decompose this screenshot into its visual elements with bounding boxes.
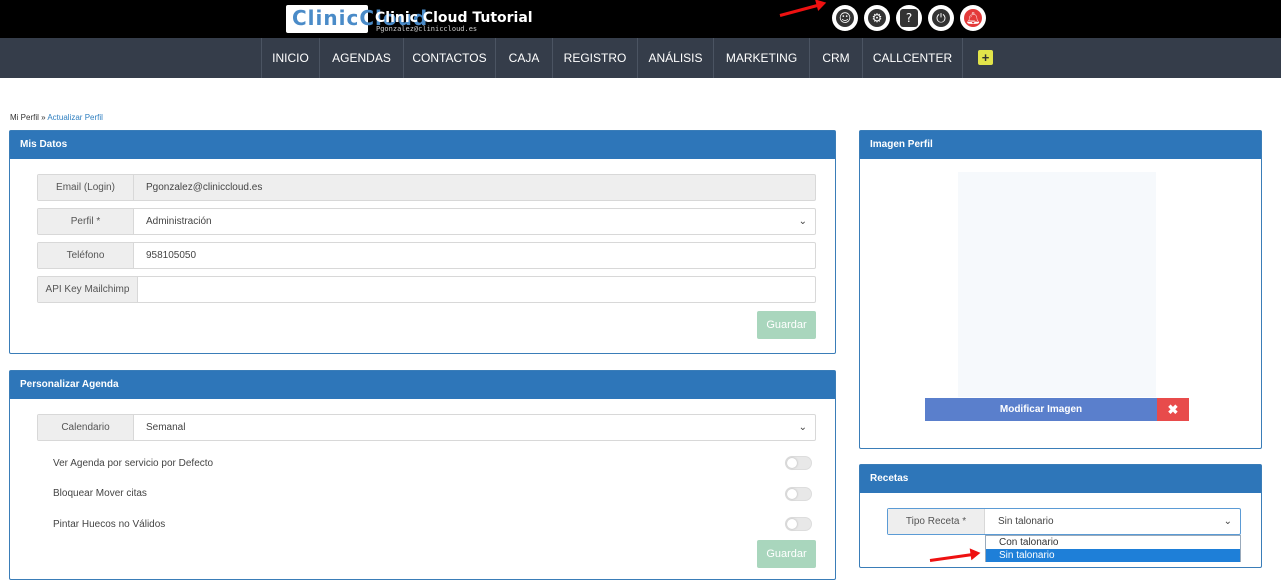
perfil-select[interactable]: Perfil * Administración ⌄ xyxy=(37,208,816,235)
main-navbar: INICIO AGENDAS CONTACTOS CAJA REGISTRO A… xyxy=(0,38,1281,78)
nav-item-registro[interactable]: REGISTRO xyxy=(553,38,638,78)
nav-item-callcenter[interactable]: CALLCENTER xyxy=(863,38,963,78)
app-title: Clinic Cloud Tutorial xyxy=(375,10,533,26)
breadcrumb: Mi Perfil » Actualizar Perfil xyxy=(10,113,103,122)
nav-item-marketing[interactable]: MARKETING xyxy=(714,38,810,78)
toggle-ver-agenda[interactable] xyxy=(785,456,812,470)
nav-item-caja[interactable]: CAJA xyxy=(496,38,553,78)
nav-plus-icon[interactable]: + xyxy=(978,50,993,65)
imagen-perfil-title: Imagen Perfil xyxy=(860,131,1261,159)
remove-image-icon[interactable]: ✖ xyxy=(1157,398,1189,421)
telefono-field[interactable]: Teléfono 958105050 xyxy=(37,242,816,269)
tipo-receta-select[interactable]: Tipo Receta * Sin talonario ⌄ xyxy=(887,508,1241,535)
user-profile-icon[interactable]: ☺ xyxy=(832,5,858,31)
telefono-value: 958105050 xyxy=(146,250,197,261)
help-icon[interactable]: ? xyxy=(896,5,922,31)
chevron-down-icon: ⌄ xyxy=(798,422,807,433)
mis-datos-title: Mis Datos xyxy=(10,131,835,159)
option-label-ver-agenda: Ver Agenda por servicio por Defecto xyxy=(53,458,214,469)
api-key-field[interactable]: API Key Mailchimp xyxy=(37,276,816,303)
annotation-arrow-icon xyxy=(779,3,821,17)
agenda-save-button[interactable]: Guardar xyxy=(757,540,816,568)
nav-item-analisis[interactable]: ANÁLISIS xyxy=(638,38,714,78)
mis-datos-save-button[interactable]: Guardar xyxy=(757,311,816,339)
toggle-bloquear[interactable] xyxy=(785,487,812,501)
alert-bell-icon[interactable]: 🔔︎ xyxy=(960,5,986,31)
nav-item-contactos[interactable]: CONTACTOS xyxy=(404,38,496,78)
tipo-receta-value: Sin talonario xyxy=(998,516,1054,527)
modify-image-button[interactable]: Modificar Imagen xyxy=(925,398,1157,421)
chevron-down-icon: ⌄ xyxy=(798,216,807,227)
profile-image xyxy=(958,172,1156,397)
dropdown-option-con-talonario[interactable]: Con talonario xyxy=(986,536,1240,549)
chevron-down-icon: ⌄ xyxy=(1223,516,1232,527)
personalizar-agenda-title: Personalizar Agenda xyxy=(10,371,835,399)
calendario-value: Semanal xyxy=(146,422,186,433)
tipo-receta-label: Tipo Receta * xyxy=(888,509,985,534)
power-icon[interactable]: ⏻ xyxy=(928,5,954,31)
dropdown-option-sin-talonario[interactable]: Sin talonario xyxy=(986,549,1240,562)
gear-icon[interactable]: ⚙ xyxy=(864,5,890,31)
email-value: Pgonzalez@cliniccloud.es xyxy=(146,182,263,193)
top-bar: ClinicCloud Clinic Cloud Tutorial Pgonza… xyxy=(0,0,1281,38)
perfil-value: Administración xyxy=(146,216,212,227)
api-key-label: API Key Mailchimp xyxy=(38,277,138,302)
breadcrumb-root[interactable]: Mi Perfil xyxy=(10,113,39,122)
nav-item-agendas[interactable]: AGENDAS xyxy=(320,38,404,78)
calendario-label: Calendario xyxy=(38,415,134,440)
recetas-title: Recetas xyxy=(860,465,1261,493)
option-label-pintar-huecos: Pintar Huecos no Válidos xyxy=(53,519,166,530)
app-user-email: Pgonzalez@cliniccloud.es xyxy=(376,25,478,33)
email-label: Email (Login) xyxy=(38,175,134,200)
personalizar-agenda-panel: Personalizar Agenda xyxy=(9,370,836,580)
toggle-pintar-huecos[interactable] xyxy=(785,517,812,531)
telefono-label: Teléfono xyxy=(38,243,134,268)
option-label-bloquear: Bloquear Mover citas xyxy=(53,488,147,499)
calendario-select[interactable]: Calendario Semanal ⌄ xyxy=(37,414,816,441)
tipo-receta-dropdown: Con talonario Sin talonario xyxy=(985,535,1241,562)
perfil-label: Perfil * xyxy=(38,209,134,234)
nav-item-inicio[interactable]: INICIO xyxy=(261,38,320,78)
cliniccloud-logo[interactable]: ClinicCloud xyxy=(286,5,427,33)
nav-item-crm[interactable]: CRM xyxy=(810,38,863,78)
breadcrumb-current[interactable]: Actualizar Perfil xyxy=(47,113,103,122)
email-field: Email (Login) Pgonzalez@cliniccloud.es xyxy=(37,174,816,201)
